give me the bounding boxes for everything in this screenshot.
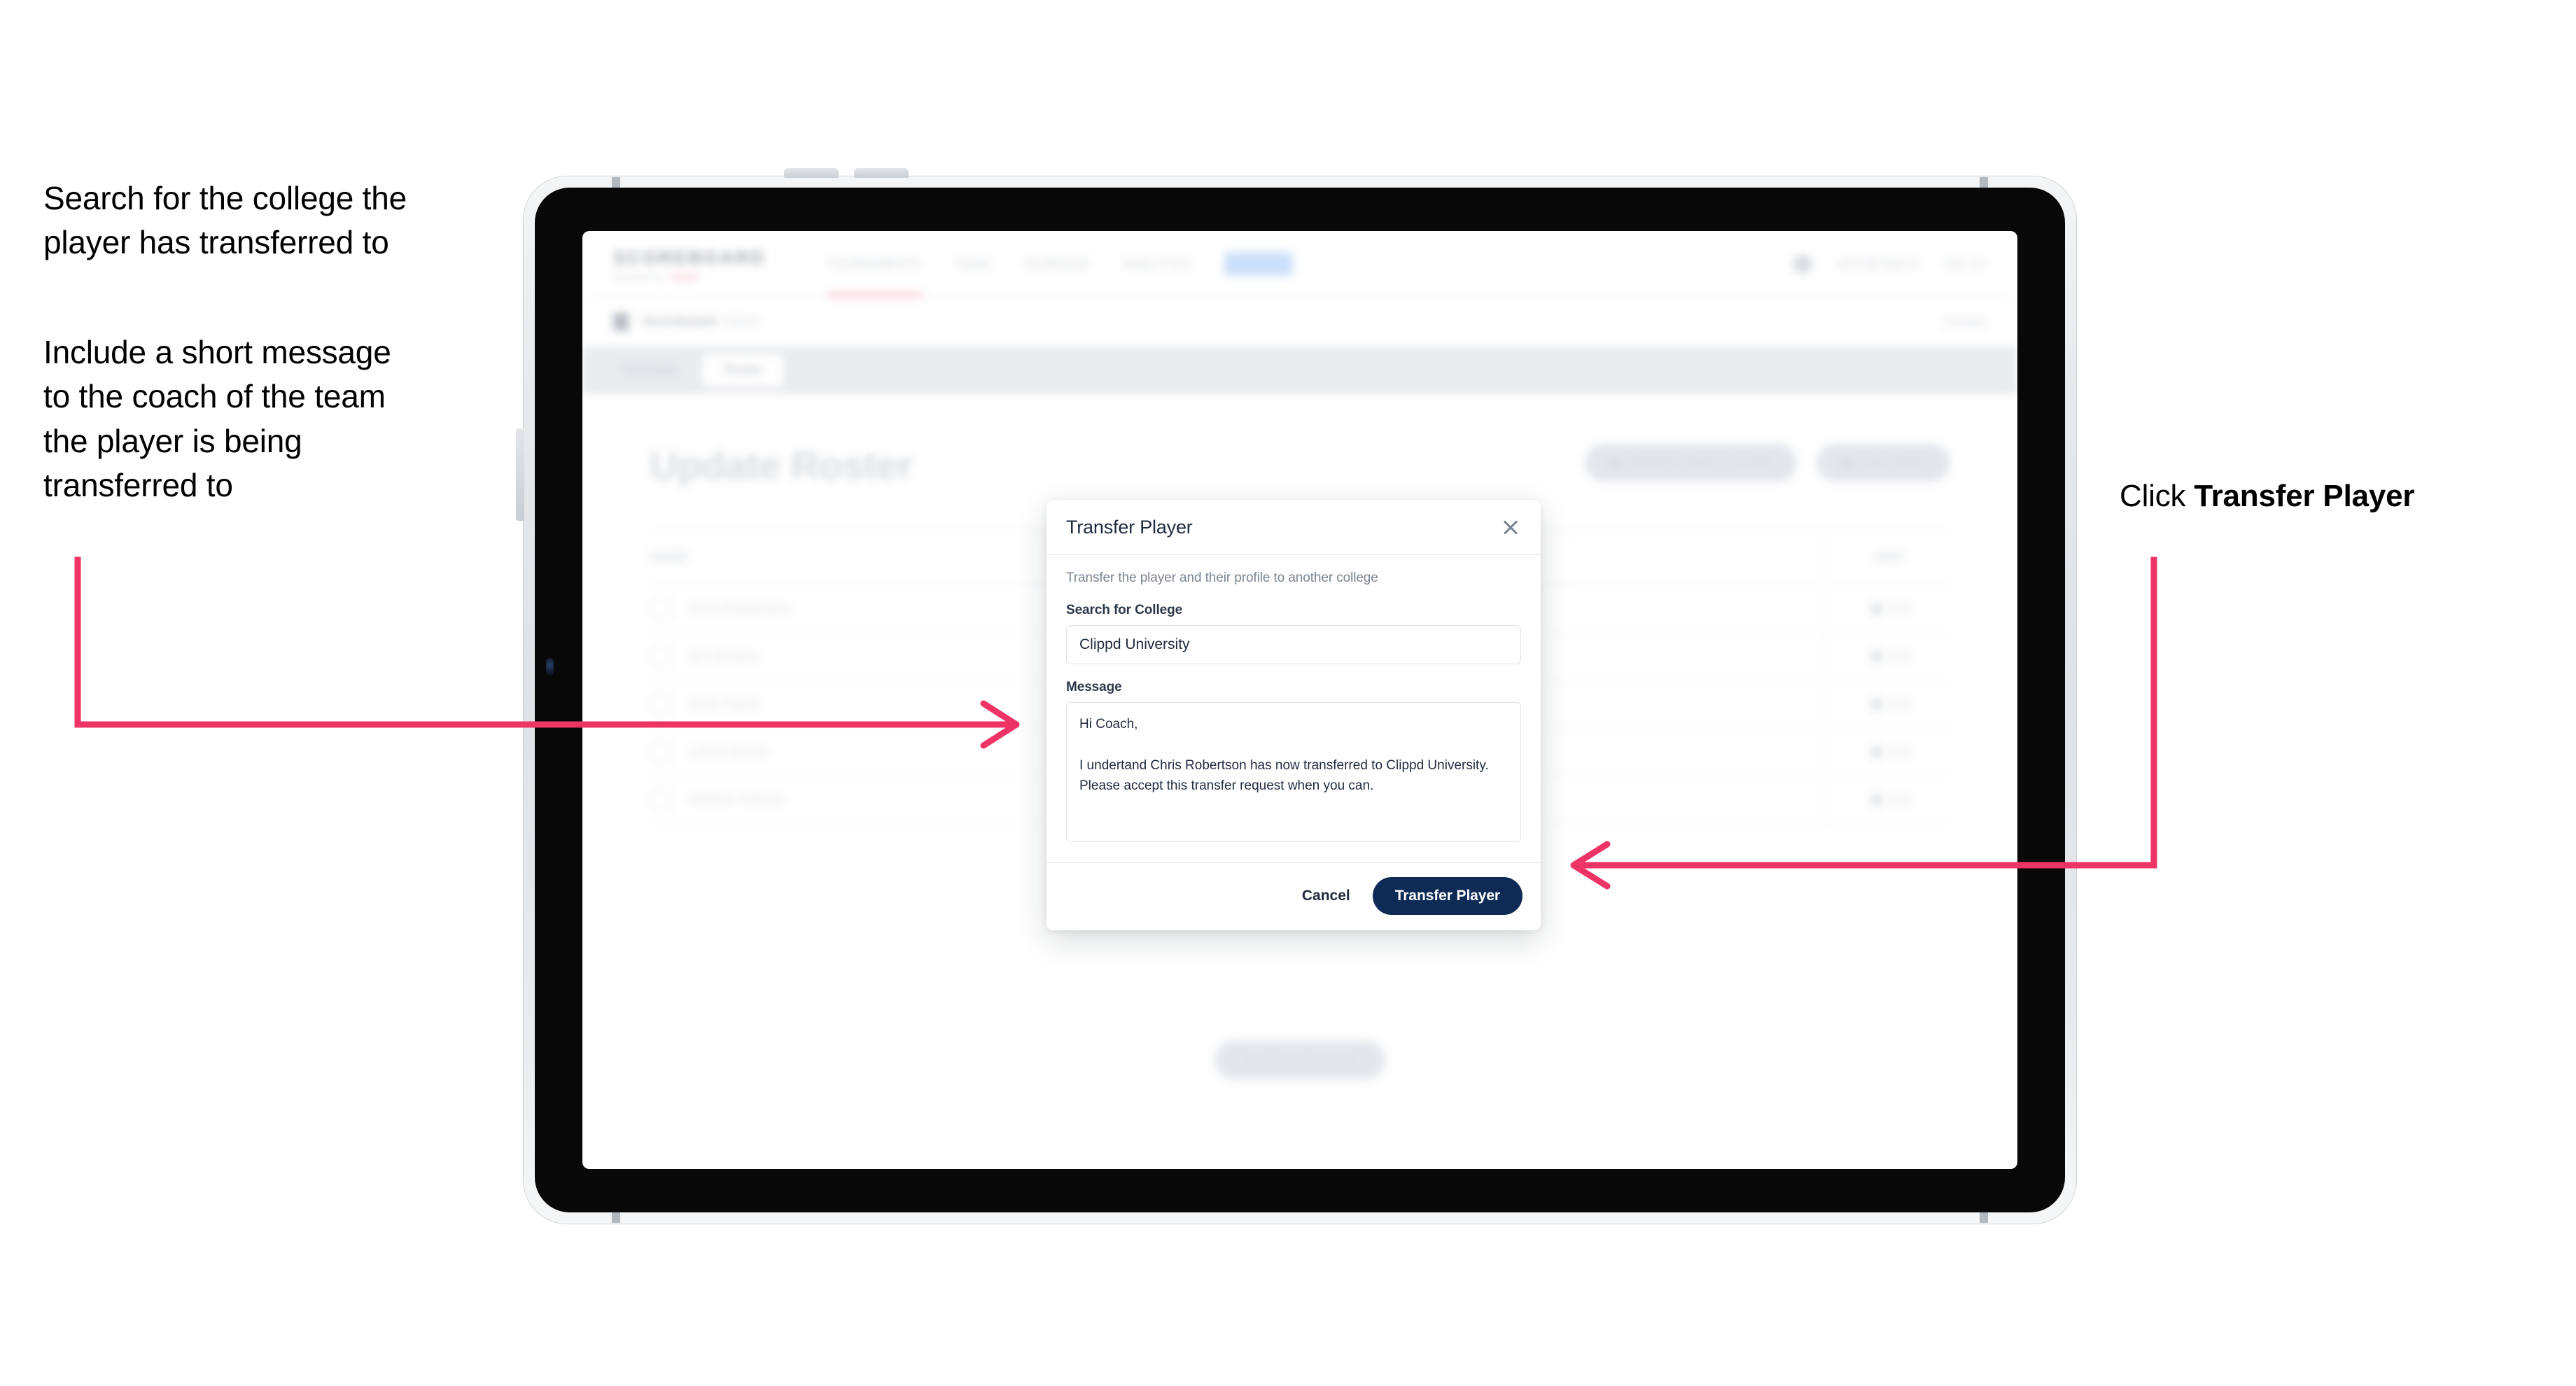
annotation-right-prefix: Click <box>2120 479 2194 513</box>
transfer-icon <box>1609 456 1622 469</box>
edit-label: Edit <box>1889 601 1911 616</box>
nav-right-cluster: admin@clippd.io Sign Out <box>1793 254 1987 274</box>
avatar <box>650 597 673 621</box>
brand-clippd: clippd <box>669 271 699 281</box>
label-message: Message <box>1066 680 1122 694</box>
antenna-seam <box>1980 1212 1988 1223</box>
brand-powered-by: powered by <box>613 271 664 281</box>
plus-icon <box>1840 456 1854 469</box>
table-column-divider <box>1824 531 1826 824</box>
field-search-for-college: Search for College <box>1066 603 1521 664</box>
annotation-click-transfer-player: Click Transfer Player <box>2120 476 2512 516</box>
page-action-buttons: Request Player Transfer Add Player <box>1585 444 1950 482</box>
breadcrumb-right-link[interactable]: Contact <box>1943 315 1987 330</box>
pencil-icon <box>1868 743 1885 760</box>
nav-item-analytics[interactable]: ANALYTICS <box>1123 253 1194 275</box>
page-title: Update Roster <box>650 443 913 487</box>
edit-player-button[interactable]: Edit <box>1868 601 1950 617</box>
player-name: Lewis Barton <box>689 743 770 760</box>
modal-header: Transfer Player <box>1046 500 1541 555</box>
edit-player-button[interactable]: Edit <box>1868 743 1950 760</box>
avatar <box>650 788 673 811</box>
edit-player-button[interactable]: Edit <box>1868 791 1950 808</box>
avatar <box>650 692 673 716</box>
player-name: Chris Robertson <box>689 601 790 617</box>
search-college-input[interactable] <box>1066 625 1521 664</box>
avatar <box>650 740 673 764</box>
edit-player-button[interactable]: Edit <box>1868 648 1950 665</box>
message-textarea[interactable] <box>1066 702 1521 842</box>
nav-item-admin[interactable]: ADMIN <box>1224 252 1294 276</box>
cancel-button[interactable]: Cancel <box>1298 882 1354 910</box>
antenna-seam <box>612 1212 620 1223</box>
avatar[interactable] <box>1793 254 1813 274</box>
pencil-icon <box>1868 791 1885 808</box>
pencil-icon <box>1868 696 1885 713</box>
pencil-icon <box>1868 601 1885 617</box>
field-message: Message <box>1066 680 1521 846</box>
front-camera-icon <box>546 658 554 676</box>
annotation-right-bold: Transfer Player <box>2194 479 2415 513</box>
add-player-button[interactable]: Add Player <box>1816 444 1950 482</box>
modal-footer: Cancel Transfer Player <box>1046 862 1541 930</box>
close-icon[interactable] <box>1499 515 1522 539</box>
modal-description: Transfer the player and their profile to… <box>1066 570 1378 585</box>
nav-item-schedule[interactable]: SCHEDULE <box>1022 253 1092 275</box>
brand-wordmark: SCOREBOARD <box>613 246 766 268</box>
annotation-include-message: Include a short message to the coach of … <box>43 334 391 504</box>
brand-subtitle: powered by clippd <box>613 272 766 281</box>
modal-body: Transfer the player and their profile to… <box>1046 555 1541 862</box>
edit-label: Edit <box>1889 696 1911 711</box>
transfer-player-modal: Transfer Player Transfer the player and … <box>1046 500 1541 930</box>
pencil-icon <box>1868 648 1885 665</box>
volume-up-button-icon <box>784 168 839 178</box>
player-name: John Taylor <box>689 696 760 712</box>
breadcrumb-sub: Admin <box>723 314 762 329</box>
brand-logo[interactable]: SCOREBOARD powered by clippd <box>613 247 766 281</box>
nav-item-team[interactable]: TEAM <box>954 253 991 275</box>
edit-player-button[interactable]: Edit <box>1868 696 1950 713</box>
player-name: Nathan Holmes <box>689 791 785 807</box>
label-search-for-college: Search for College <box>1066 603 1183 617</box>
scoreboard-icon <box>613 313 629 331</box>
request-player-transfer-button[interactable]: Request Player Transfer <box>1585 444 1798 482</box>
save-and-continue-button[interactable]: Save And Continue <box>1214 1040 1385 1079</box>
request-player-transfer-label: Request Player Transfer <box>1630 455 1774 470</box>
tab-roster[interactable]: Roster <box>702 354 784 386</box>
avatar <box>650 645 673 668</box>
breadcrumb-main[interactable]: Scoreboard <box>643 314 717 330</box>
edit-label: Edit <box>1889 649 1911 664</box>
transfer-player-button[interactable]: Transfer Player <box>1372 877 1522 915</box>
column-header-edit: EDIT <box>1875 550 1905 565</box>
player-name: Ian Winters <box>689 648 760 664</box>
column-header-name: NAME <box>650 550 689 565</box>
screenshot-canvas: Search for the college the player has tr… <box>0 0 2576 1386</box>
nav-links: TOURNAMENTS TEAM SCHEDULE ANALYTICS ADMI… <box>825 252 1294 296</box>
tab-overview[interactable]: Overview <box>601 354 698 386</box>
modal-title: Transfer Player <box>1066 516 1193 538</box>
nav-user-email: admin@clippd.io <box>1836 258 1919 270</box>
annotation-search-college: Search for the college the player has tr… <box>43 180 407 261</box>
antenna-seam <box>612 177 620 188</box>
edit-label: Edit <box>1889 744 1911 759</box>
nav-item-tournaments[interactable]: TOURNAMENTS <box>825 253 924 296</box>
app-tab-strip: Overview Roster <box>582 347 2017 393</box>
power-button-icon <box>516 428 524 521</box>
antenna-seam <box>1980 177 1988 188</box>
breadcrumb: Scoreboard Admin Contact <box>582 298 2017 347</box>
app-top-nav: SCOREBOARD powered by clippd TOURNAMENTS… <box>582 231 2017 298</box>
add-player-label: Add Player <box>1861 455 1926 470</box>
sign-out-link[interactable]: Sign Out <box>1943 258 1987 270</box>
edit-label: Edit <box>1889 792 1911 806</box>
volume-down-button-icon <box>854 168 909 178</box>
